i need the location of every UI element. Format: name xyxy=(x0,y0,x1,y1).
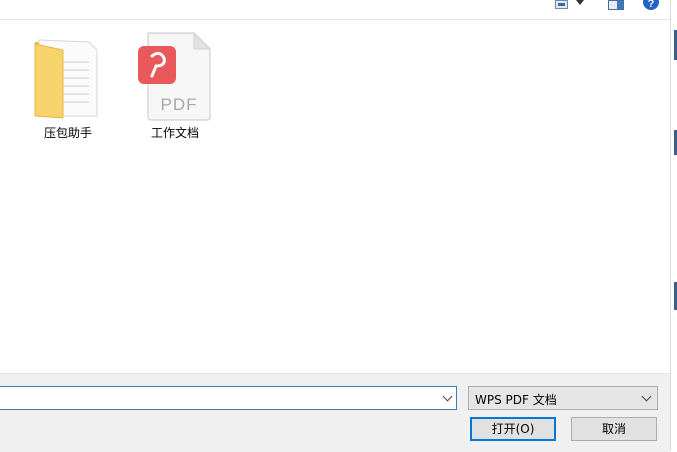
cancel-button[interactable]: 取消 xyxy=(571,417,657,441)
file-item-folder[interactable]: 压包助手 xyxy=(23,20,113,140)
filetype-select[interactable]: WPS PDF 文档 xyxy=(468,386,658,410)
file-item-pdf[interactable]: PDF 工作文档 xyxy=(130,20,220,140)
filetype-value: WPS PDF 文档 xyxy=(475,393,557,407)
chevron-down-icon[interactable] xyxy=(576,0,584,5)
folder-icon xyxy=(34,39,98,119)
window-edge xyxy=(670,0,677,451)
chevron-down-icon[interactable] xyxy=(442,391,453,402)
open-button[interactable]: 打开(O) xyxy=(470,417,556,441)
preview-pane-icon[interactable] xyxy=(608,0,624,10)
bottom-panel: WPS PDF 文档 打开(O) 取消 xyxy=(0,373,670,452)
file-name: 工作文档 xyxy=(150,126,199,140)
file-list: 压包助手 PDF 工作文档 xyxy=(0,20,670,372)
pdf-file-icon: PDF xyxy=(138,31,212,121)
pdf-icon-text: PDF xyxy=(161,95,198,114)
filename-input[interactable] xyxy=(0,386,457,410)
toolbar: ? xyxy=(0,0,670,20)
view-options-icon[interactable] xyxy=(555,0,568,9)
file-name: 压包助手 xyxy=(43,126,92,140)
help-icon[interactable]: ? xyxy=(643,0,659,10)
chevron-down-icon xyxy=(641,391,652,402)
